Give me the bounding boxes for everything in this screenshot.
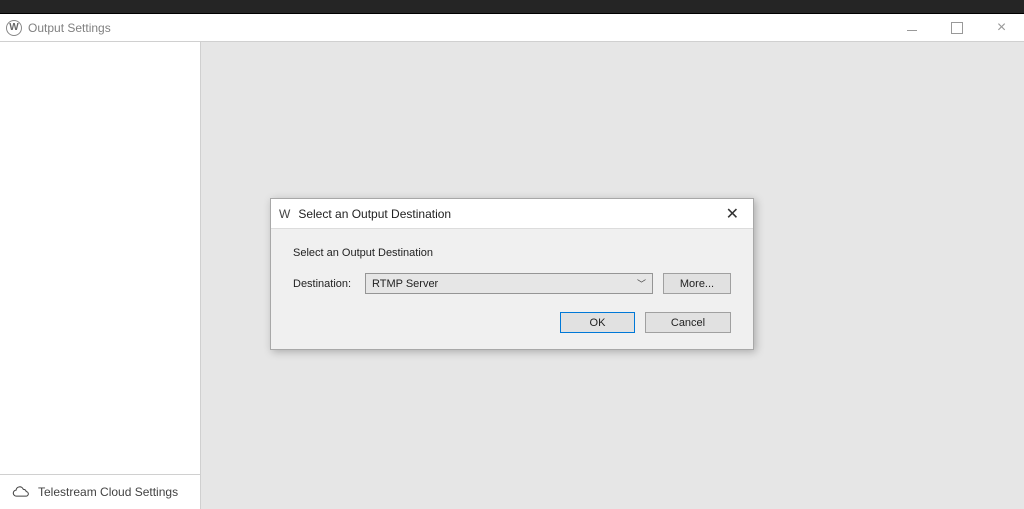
cancel-button-label: Cancel <box>671 317 705 329</box>
dialog-title: Select an Output Destination <box>298 207 719 221</box>
ok-button-label: OK <box>590 317 606 329</box>
close-window-button[interactable]: × <box>979 14 1024 41</box>
dialog-button-row: OK Cancel <box>293 312 731 333</box>
select-output-destination-dialog: W Select an Output Destination ✕ Select … <box>270 198 754 350</box>
sidebar-body <box>0 42 200 474</box>
dialog-subtitle: Select an Output Destination <box>293 247 731 259</box>
window-controls: × <box>889 14 1024 41</box>
window-title-bar: W Output Settings × <box>0 14 1024 42</box>
cloud-settings-label: Telestream Cloud Settings <box>38 485 178 499</box>
window-title: Output Settings <box>28 21 889 35</box>
telestream-cloud-settings-button[interactable]: Telestream Cloud Settings <box>0 474 200 509</box>
app-top-bar <box>0 0 1024 14</box>
dialog-close-button[interactable]: ✕ <box>720 204 745 224</box>
destination-row: Destination: RTMP Server ﹀ More... <box>293 273 731 294</box>
app-icon: W <box>6 20 22 36</box>
minimize-button[interactable] <box>889 14 934 41</box>
ok-button[interactable]: OK <box>560 312 635 333</box>
dialog-title-bar: W Select an Output Destination ✕ <box>271 199 753 229</box>
maximize-button[interactable] <box>934 14 979 41</box>
sidebar: Telestream Cloud Settings <box>0 42 201 509</box>
chevron-down-icon: ﹀ <box>637 277 646 290</box>
destination-select[interactable]: RTMP Server ﹀ <box>365 273 653 294</box>
destination-label: Destination: <box>293 278 355 290</box>
cancel-button[interactable]: Cancel <box>645 312 731 333</box>
app-icon: W <box>279 207 290 221</box>
dialog-body: Select an Output Destination Destination… <box>271 229 753 349</box>
more-button-label: More... <box>680 278 714 290</box>
cloud-icon <box>12 486 30 499</box>
destination-select-value: RTMP Server <box>372 278 438 290</box>
more-button[interactable]: More... <box>663 273 731 294</box>
